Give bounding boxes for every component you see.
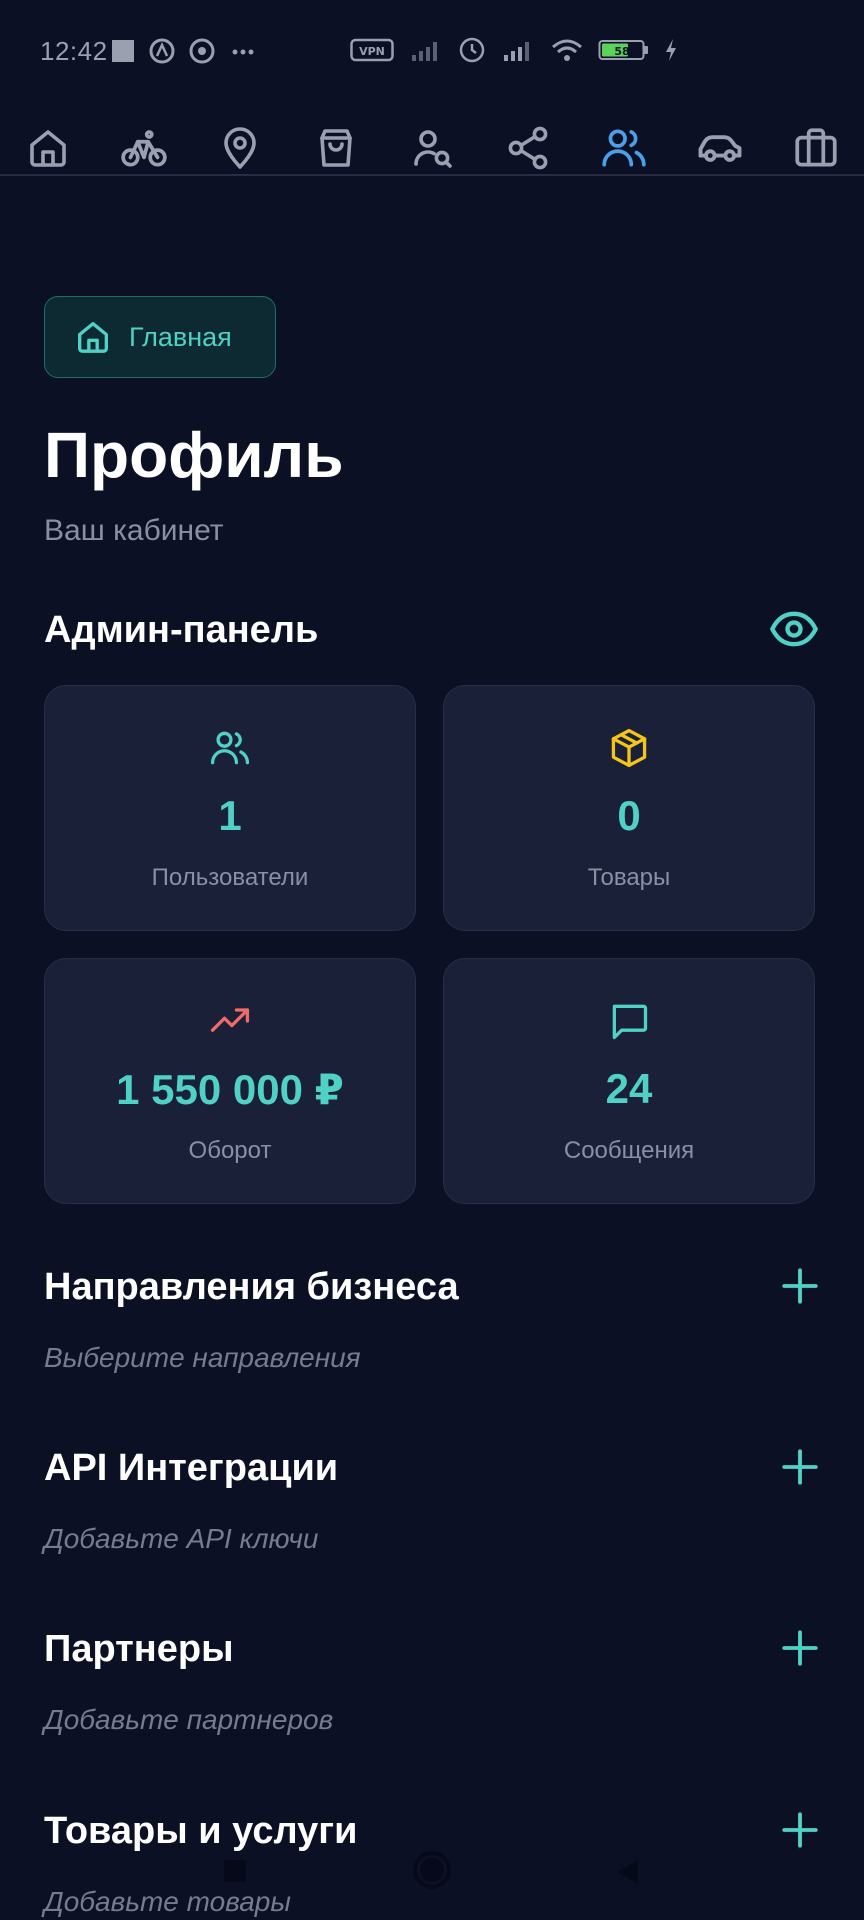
stat-card-users[interactable]: 1 Пользователи [44, 685, 416, 931]
status-time: 12:42 [40, 36, 108, 66]
stat-card-products[interactable]: 0 Товары [443, 685, 815, 931]
home-breadcrumb-label: Главная [129, 321, 232, 352]
users-icon [210, 731, 250, 765]
location-pin-icon [224, 127, 256, 169]
briefcase-icon [795, 128, 837, 167]
stat-card-turnover[interactable]: 1 550 000 ₽ Оборот [44, 958, 416, 1204]
stat-card-messages[interactable]: 24 Сообщения [443, 958, 815, 1204]
stat-label: Товары [587, 864, 671, 891]
stat-label: Пользователи [151, 864, 309, 891]
section-hint: Выберите направления [44, 1342, 361, 1373]
message-icon [612, 1004, 648, 1040]
vpn-label: VPN [359, 45, 385, 58]
stat-value: 1 550 000 ₽ [116, 1066, 344, 1113]
signal-icon [412, 42, 437, 61]
section-api-integrations: API Интеграции Добавьте API ключи [44, 1447, 824, 1567]
notification-square-icon [112, 40, 134, 62]
stat-label: Оборот [188, 1137, 272, 1164]
wifi-icon [552, 39, 582, 61]
stat-value: 0 [617, 792, 641, 839]
vpn-icon: VPN [350, 38, 394, 62]
nav-bicycle[interactable] [116, 120, 172, 176]
battery-level: 58 [614, 45, 629, 58]
bicycle-icon [121, 130, 167, 167]
system-navigation-bar [0, 1840, 864, 1896]
nav-briefcase[interactable] [788, 120, 844, 176]
share-icon [508, 126, 548, 170]
app-icon [149, 38, 175, 64]
plus-icon [782, 1268, 818, 1304]
home-button[interactable] [412, 1850, 452, 1890]
stat-value: 24 [605, 1065, 653, 1112]
package-icon [611, 728, 647, 768]
toggle-visibility-button[interactable] [766, 604, 822, 654]
stat-value: 1 [218, 792, 242, 839]
section-business-directions: Направления бизнеса Выберите направления [44, 1266, 824, 1386]
screen: 12:42 VPN 58 Главная Профиль Ваш кабинет… [0, 0, 864, 1920]
add-business-direction-button[interactable] [776, 1262, 824, 1310]
section-partners: Партнеры Добавьте партнеров [44, 1628, 824, 1748]
nav-shop[interactable] [308, 120, 364, 176]
plus-icon [782, 1630, 818, 1666]
charging-icon [666, 39, 676, 61]
battery-icon: 58 [598, 40, 648, 60]
section-title: Партнеры [44, 1628, 234, 1670]
nav-share[interactable] [500, 120, 556, 176]
add-partner-button[interactable] [776, 1624, 824, 1672]
trending-up-icon [210, 1008, 250, 1032]
page-subtitle: Ваш кабинет [44, 514, 224, 547]
nav-car[interactable] [692, 120, 748, 176]
user-search-icon [414, 130, 452, 168]
eye-icon [770, 611, 818, 647]
app-icon-2 [189, 38, 215, 64]
status-left-icons [110, 37, 258, 65]
status-bar: 12:42 VPN 58 [0, 0, 864, 104]
alarm-icon [459, 37, 485, 63]
status-right-icons: VPN 58 [350, 36, 678, 64]
back-button[interactable] [614, 1858, 640, 1886]
section-hint: Добавьте партнеров [44, 1704, 334, 1735]
nav-users[interactable] [596, 120, 652, 176]
nav-divider [0, 174, 864, 176]
users-icon [602, 129, 646, 167]
section-title: API Интеграции [44, 1447, 339, 1489]
nav-user-search[interactable] [404, 120, 460, 176]
top-nav [0, 120, 864, 176]
page-title: Профиль [44, 419, 344, 491]
add-api-key-button[interactable] [776, 1443, 824, 1491]
home-icon [30, 130, 66, 167]
admin-panel-title: Админ-панель [44, 609, 319, 651]
signal-icon-2 [504, 42, 529, 61]
car-icon [698, 135, 742, 162]
more-dots-icon [232, 49, 254, 55]
section-title: Направления бизнеса [44, 1266, 459, 1308]
nav-home[interactable] [20, 120, 76, 176]
recent-apps-button[interactable] [222, 1858, 248, 1884]
plus-icon [782, 1449, 818, 1485]
section-hint: Добавьте API ключи [44, 1523, 319, 1554]
nav-location[interactable] [212, 120, 268, 176]
stat-label: Сообщения [563, 1137, 695, 1164]
home-icon [78, 322, 109, 353]
shopping-bag-icon [320, 129, 352, 167]
home-breadcrumb-button[interactable]: Главная [44, 296, 276, 378]
